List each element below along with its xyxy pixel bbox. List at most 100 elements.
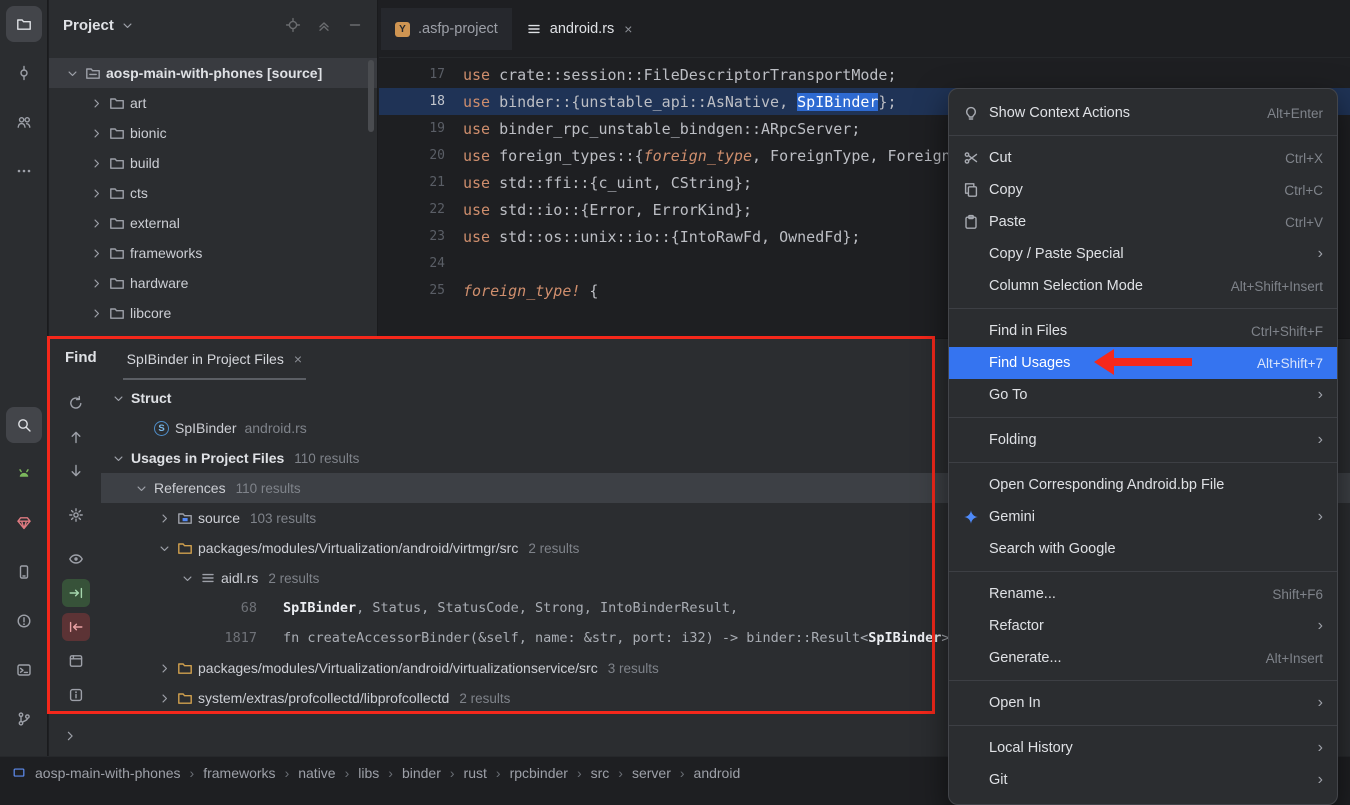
chevron-down-icon[interactable] [63,67,82,80]
line-number: 21 [379,175,463,190]
annotation-arrow-shaft [1112,358,1192,366]
project-tree-label: aosp-main-with-phones [source] [106,65,322,81]
menu-item-git[interactable]: Git› [949,764,1337,796]
project-tree-row[interactable]: build [49,148,377,178]
menu-item-label: Go To [989,387,1027,403]
breadcrumb-item[interactable]: aosp-main-with-phones [35,765,181,781]
menu-item-open-in[interactable]: Open In› [949,687,1337,719]
line-number: 22 [379,202,463,217]
project-tree: aosp-main-with-phones [source] artbionicb… [49,50,377,328]
menu-item-show-context-actions[interactable]: Show Context ActionsAlt+Enter [949,97,1337,129]
tool-app-quality-insights-button[interactable] [6,505,42,541]
menu-item-local-history[interactable]: Local History› [949,732,1337,764]
gemini-icon [963,509,979,525]
device-icon [16,564,32,580]
tool-version-control-button[interactable] [6,701,42,737]
project-tree-row[interactable]: cts [49,178,377,208]
menu-item-copy[interactable]: CopyCtrl+C [949,174,1337,206]
menu-item-paste[interactable]: PasteCtrl+V [949,206,1337,238]
menu-item-cut[interactable]: CutCtrl+X [949,142,1337,174]
project-tree-row[interactable]: frameworks [49,238,377,268]
tool-find-button[interactable] [6,407,42,443]
people-icon [16,114,32,130]
copy-icon [963,182,979,198]
module-folder-icon [82,65,103,81]
menu-item-shortcut: Ctrl+X [1285,151,1323,166]
menu-item-copy-paste-special[interactable]: Copy / Paste Special› [949,238,1337,270]
menu-item-gemini[interactable]: Gemini› [949,501,1337,533]
code-text: use crate::session::FileDescriptorTransp… [463,66,896,84]
module-icon [12,766,26,780]
project-tree-row[interactable]: art [49,88,377,118]
project-tree-row[interactable]: external [49,208,377,238]
tool-running-devices-button[interactable] [6,554,42,590]
chevron-right-icon[interactable] [87,97,106,110]
tool-more-tools-button[interactable] [6,153,42,189]
menu-item-rename[interactable]: Rename...Shift+F6 [949,578,1337,610]
chevron-right-icon[interactable] [87,187,106,200]
line-number: 25 [379,283,463,298]
menu-item-open-corresponding-android-bp-file[interactable]: Open Corresponding Android.bp File [949,469,1337,501]
editor-context-menu: Show Context ActionsAlt+EnterCutCtrl+XCo… [948,88,1338,805]
code-token: binder::{unstable_api::AsNative, [499,93,797,111]
breadcrumb-item[interactable]: native [298,765,335,781]
editor-tab-asfp-project[interactable]: Y.asfp-project [381,8,512,50]
breadcrumb-item[interactable]: rust [464,765,487,781]
project-tree-label: external [130,215,180,231]
tool-commit-button[interactable] [6,55,42,91]
folder-icon [106,125,127,141]
editor-line[interactable]: 17use crate::session::FileDescriptorTran… [379,61,1350,88]
breadcrumb-item[interactable]: binder [402,765,441,781]
project-tree-row[interactable]: aosp-main-with-phones [source] [49,58,377,88]
android-icon [16,466,32,482]
line-number: 24 [379,256,463,271]
menu-item-find-in-files[interactable]: Find in FilesCtrl+Shift+F [949,315,1337,347]
breadcrumb-separator: › [450,765,455,781]
breadcrumb-item[interactable]: frameworks [203,765,275,781]
menu-item-label: Copy / Paste Special [989,246,1124,262]
chevron-right-icon[interactable] [87,247,106,260]
tool-problems-button[interactable] [6,603,42,639]
breadcrumb-item[interactable]: src [591,765,610,781]
code-token: use [463,147,499,165]
menu-item-label: Local History [989,740,1073,756]
menu-item-go-to[interactable]: Go To› [949,379,1337,411]
project-scrollbar-thumb[interactable] [368,60,374,132]
menu-item-generate[interactable]: Generate...Alt+Insert [949,642,1337,674]
hide-icon[interactable] [347,17,363,33]
paste-icon [963,214,989,230]
project-tree-label: libcore [130,305,171,321]
menu-item-shortcut: Alt+Shift+7 [1257,356,1323,371]
code-token: std::ffi::{c_uint, CString}; [499,174,752,192]
chevron-right-icon[interactable] [87,217,106,230]
breadcrumb-item[interactable]: android [694,765,741,781]
menu-item-label: Paste [989,214,1026,230]
chevron-right-icon[interactable] [87,277,106,290]
menu-item-label: Show Context Actions [989,105,1130,121]
menu-item-folding[interactable]: Folding› [949,424,1337,456]
chevron-right-icon[interactable] [63,729,77,743]
project-tree-row[interactable]: hardware [49,268,377,298]
chevron-down-icon[interactable] [121,19,134,32]
tool-logcat-button[interactable] [6,456,42,492]
tool-pull-requests-button[interactable] [6,104,42,140]
tool-terminal-button[interactable] [6,652,42,688]
breadcrumb-item[interactable]: server [632,765,671,781]
project-tree-row[interactable]: libcore [49,298,377,328]
editor-tab-android-rs[interactable]: android.rs× [512,8,647,50]
breadcrumb-separator: › [190,765,195,781]
tool-project-button[interactable] [6,6,42,42]
chevron-right-icon[interactable] [87,127,106,140]
breadcrumb-item[interactable]: rpcbinder [510,765,568,781]
locate-icon[interactable] [285,17,301,33]
code-token: std::io::{Error, ErrorKind}; [499,201,752,219]
chevron-right-icon[interactable] [87,307,106,320]
chevron-right-icon[interactable] [87,157,106,170]
menu-item-refactor[interactable]: Refactor› [949,610,1337,642]
close-icon[interactable]: × [624,22,632,36]
collapse-all-icon[interactable] [316,17,332,33]
project-tree-row[interactable]: bionic [49,118,377,148]
menu-item-search-with-google[interactable]: Search with Google [949,533,1337,565]
breadcrumb-item[interactable]: libs [358,765,379,781]
menu-item-column-selection-mode[interactable]: Column Selection ModeAlt+Shift+Insert [949,270,1337,302]
